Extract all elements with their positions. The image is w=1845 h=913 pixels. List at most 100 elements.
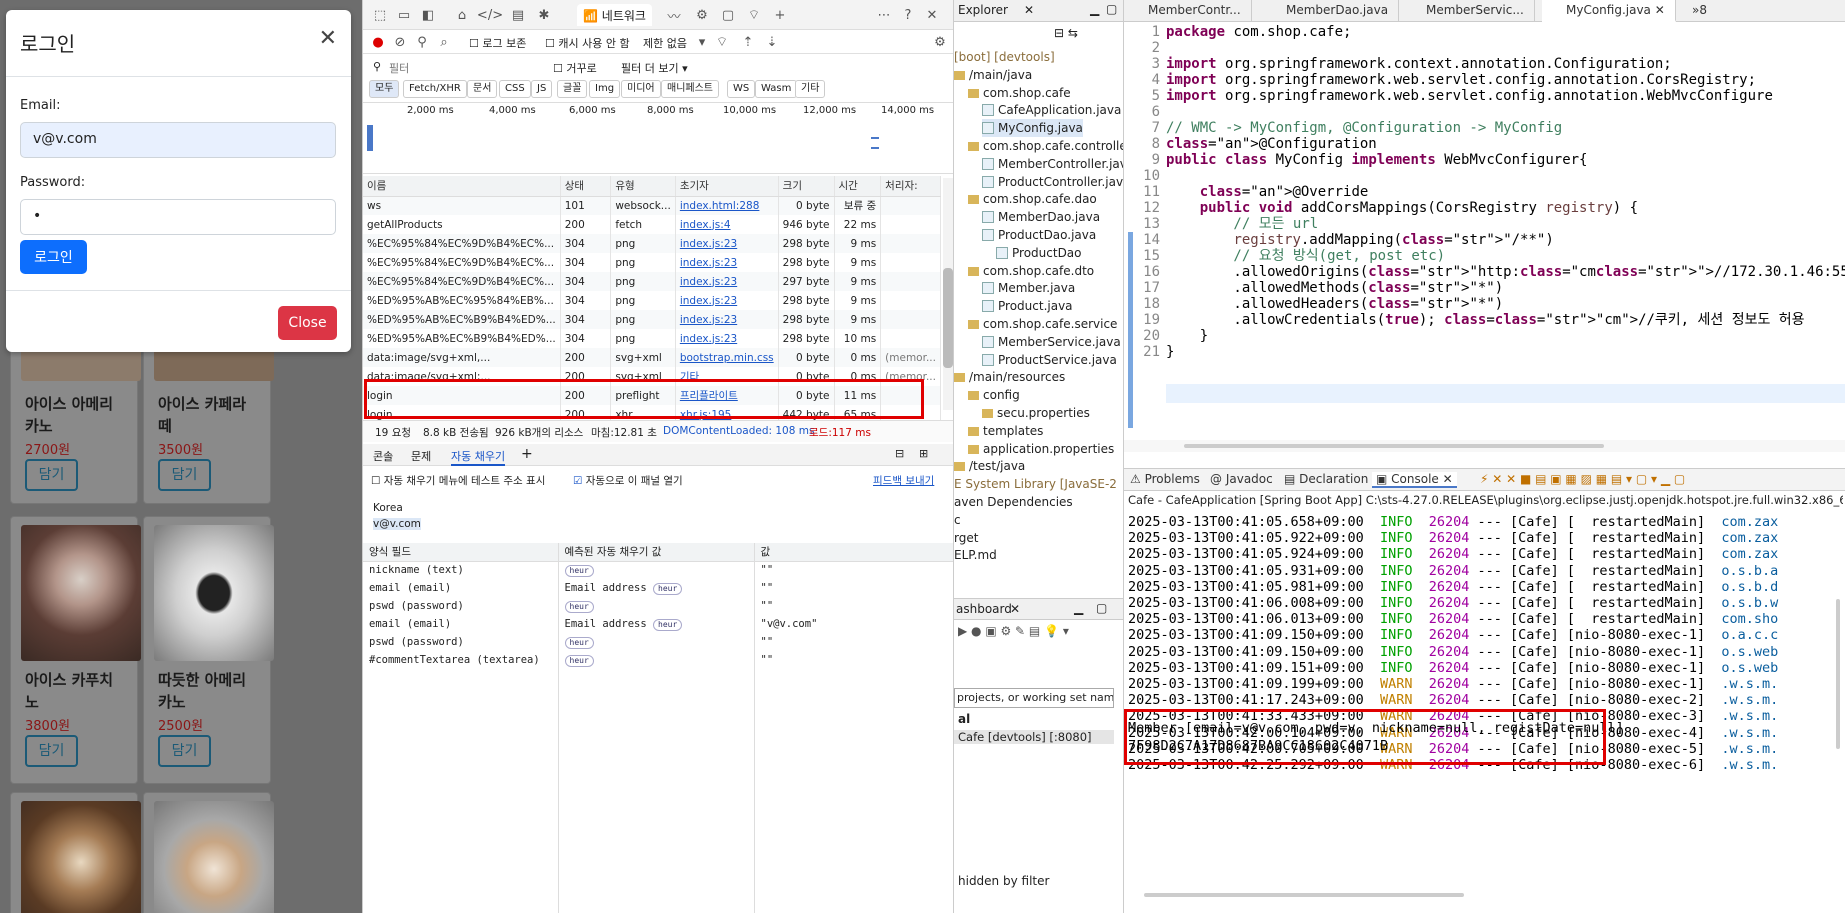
request-initiator[interactable]: index.js:23 [675, 310, 779, 329]
code-line[interactable]: import org.springframework.web.servlet.c… [1166, 87, 1773, 106]
tree-item[interactable]: ProductDao.java [982, 226, 1096, 244]
horizontal-scrollbar[interactable] [1144, 893, 1464, 897]
dock-icon[interactable]: ⊟ [895, 447, 904, 460]
timeline-overview[interactable]: 2,000 ms 4,000 ms 6,000 ms 8,000 ms 10,0… [363, 102, 953, 174]
close-button[interactable]: Close [278, 306, 337, 340]
editor-tab[interactable]: MemberServic... [1402, 0, 1535, 22]
table-row[interactable]: %ED%95%AB%EC%B9%B4%ED%... 304 png index.js:… [363, 310, 941, 329]
tree-item[interactable]: secu.properties [982, 404, 1090, 422]
close-icon[interactable]: ✕ [1024, 3, 1034, 17]
tree-item[interactable]: Product.java [982, 297, 1073, 315]
table-row[interactable]: ws 101 websock... index.html:288 0 byte 보류 중 [363, 196, 941, 215]
request-initiator[interactable]: index.html:288 [675, 196, 779, 215]
tree-item[interactable]: com.shop.cafe.dto [968, 262, 1094, 280]
tree-item[interactable]: /test/java [954, 457, 1025, 475]
login-button[interactable]: 로그인 [20, 240, 87, 274]
dashboard-server-item[interactable]: Cafe [devtools] [:8080] [954, 730, 1114, 744]
column-header[interactable]: 시간 [834, 176, 882, 197]
expand-icon[interactable]: ⊞ [919, 447, 928, 460]
tree-item[interactable]: com.shop.cafe.dao [968, 190, 1097, 208]
tree-item[interactable]: ProductDao [996, 244, 1082, 262]
tab-javadoc[interactable]: @ Javadoc [1210, 472, 1273, 486]
add-to-cart-button[interactable]: 담기 [25, 459, 78, 491]
tree-item[interactable]: com.shop.cafe.service [968, 315, 1117, 333]
maximize-icon[interactable]: ▢ [1096, 601, 1107, 615]
chip-ws[interactable]: WS [727, 80, 756, 98]
close-icon[interactable]: ✕ [319, 26, 337, 51]
tab-problems[interactable]: ⚠ Problems [1130, 472, 1200, 486]
password-field[interactable]: • [20, 199, 336, 235]
tree-item[interactable]: MyConfig.java [982, 119, 1083, 138]
table-row[interactable]: %EC%95%84%EC%9D%B4%EC%... 304 png index.js:… [363, 234, 941, 253]
tree-item[interactable]: CafeApplication.java [982, 101, 1121, 119]
request-initiator[interactable]: index.js:4 [675, 215, 779, 234]
chip-css[interactable]: CSS [499, 80, 531, 98]
request-initiator[interactable]: index.js:23 [675, 253, 779, 272]
minimize-icon[interactable]: ▁ [1090, 2, 1099, 16]
tree-item[interactable]: Member.java [982, 279, 1075, 297]
tree-item[interactable]: ELP.md [954, 546, 997, 564]
email-field[interactable]: v@v.com [20, 122, 336, 158]
table-row[interactable]: data:image/svg+xml,... 200 svg+xml bootstra… [363, 348, 941, 367]
add-tab-icon[interactable]: + [521, 446, 533, 462]
auto-open-checkbox[interactable]: ☑ 자동으로 이 패널 열기 [573, 473, 683, 488]
chip-fetch-xhr[interactable]: Fetch/XHR [403, 80, 467, 98]
editor-tab[interactable]: MemberContr... [1124, 0, 1252, 22]
tree-item[interactable]: c [954, 511, 961, 529]
horizontal-scrollbar[interactable] [1124, 440, 1845, 452]
dashboard-filter-input[interactable]: projects, or working set nam [954, 688, 1114, 708]
tab-issues[interactable]: 문제 [411, 448, 431, 464]
console-toolbar[interactable]: ⚡ ✕ ✕ ■ ▤ ▣ ▦ ▨ ▦ ▤ ▾ ▢ ▾ ▁ ▢ [1480, 472, 1685, 486]
table-row[interactable]: getAllProducts 200 fetch index.js:4 946 byte… [363, 215, 941, 234]
table-row[interactable]: %ED%95%AB%EC%95%84%EB%... 304 png index.js:… [363, 291, 941, 310]
test-address-checkbox[interactable]: ☐ 자동 채우기 메뉴에 테스트 주소 표시 [371, 473, 545, 488]
maximize-icon[interactable]: ▢ [1106, 2, 1117, 16]
chip-js[interactable]: JS [531, 80, 553, 98]
tree-item[interactable]: aven Dependencies [954, 493, 1073, 511]
tree-item[interactable]: com.shop.cafe.controller [968, 137, 1123, 155]
tab-autofill[interactable]: 자동 채우기 [451, 448, 506, 466]
explorer-title[interactable]: Explorer [958, 3, 1008, 17]
editor-tab[interactable]: MemberDao.java [1262, 0, 1400, 22]
tree-item[interactable]: [boot] [devtools] [954, 48, 1055, 66]
code-line[interactable]: package com.shop.cafe; [1166, 23, 1351, 42]
add-to-cart-button[interactable]: 담기 [25, 735, 78, 767]
tree-item[interactable]: application.properties [968, 440, 1114, 458]
chip-font[interactable]: 글꼴 [557, 80, 588, 98]
tree-item[interactable]: /main/java [954, 66, 1032, 84]
code-line[interactable]: } [1166, 343, 1174, 362]
table-row[interactable]: %EC%95%84%EC%9D%B4%EC%... 304 png index.js:… [363, 253, 941, 272]
tab-declaration[interactable]: ▤ Declaration [1284, 472, 1368, 486]
dashboard-item[interactable]: al [958, 712, 970, 726]
request-initiator[interactable]: bootstrap.min.css [675, 348, 779, 367]
editor-tab-active[interactable]: MyConfig.java ✕ [1542, 0, 1676, 22]
chip-doc[interactable]: 문서 [467, 80, 498, 98]
tree-item[interactable]: ProductController.java [982, 173, 1123, 191]
more-tabs-button[interactable]: »8 [1684, 0, 1717, 22]
request-initiator[interactable]: index.js:23 [675, 234, 779, 253]
dashboard-toolbar[interactable]: ▶ ● ▣ ⚙ ✎ ▤ 💡 ▾ [958, 624, 1069, 638]
chip-all[interactable]: 모두 [369, 80, 400, 98]
tree-item[interactable]: MemberController.java [982, 155, 1123, 173]
tree-item[interactable]: rget [954, 529, 978, 547]
column-header[interactable]: 초기자 [675, 176, 779, 197]
code-line[interactable]: public class MyConfig implements WebMvcC… [1166, 151, 1587, 170]
tree-item[interactable]: config [968, 386, 1020, 404]
tree-item[interactable]: templates [968, 422, 1043, 440]
code-line[interactable]: .allowCredentials(true); class=class="st… [1166, 311, 1804, 330]
column-header[interactable]: 상태 [560, 176, 612, 197]
tab-console[interactable]: 콘솔 [373, 448, 393, 464]
chip-manifest[interactable]: 매니페스트 [661, 80, 719, 98]
chip-img[interactable]: Img [589, 80, 621, 98]
close-icon[interactable]: ✕ [1010, 602, 1020, 616]
request-initiator[interactable]: index.js:23 [675, 291, 779, 310]
chip-wasm[interactable]: Wasm [755, 80, 798, 98]
tree-item[interactable]: MemberService.java [982, 333, 1121, 351]
add-to-cart-button[interactable]: 담기 [158, 459, 211, 491]
collapse-all-icon[interactable]: ⊟ ⇆ [1054, 26, 1078, 40]
feedback-link[interactable]: 피드백 보내기 [873, 473, 934, 488]
request-initiator[interactable]: index.js:23 [675, 329, 779, 348]
table-row[interactable]: %ED%95%AB%EC%B9%B4%ED%... 304 png index.js:… [363, 329, 941, 348]
column-header[interactable]: 유형 [610, 176, 676, 197]
vertical-scrollbar[interactable] [1836, 599, 1840, 749]
